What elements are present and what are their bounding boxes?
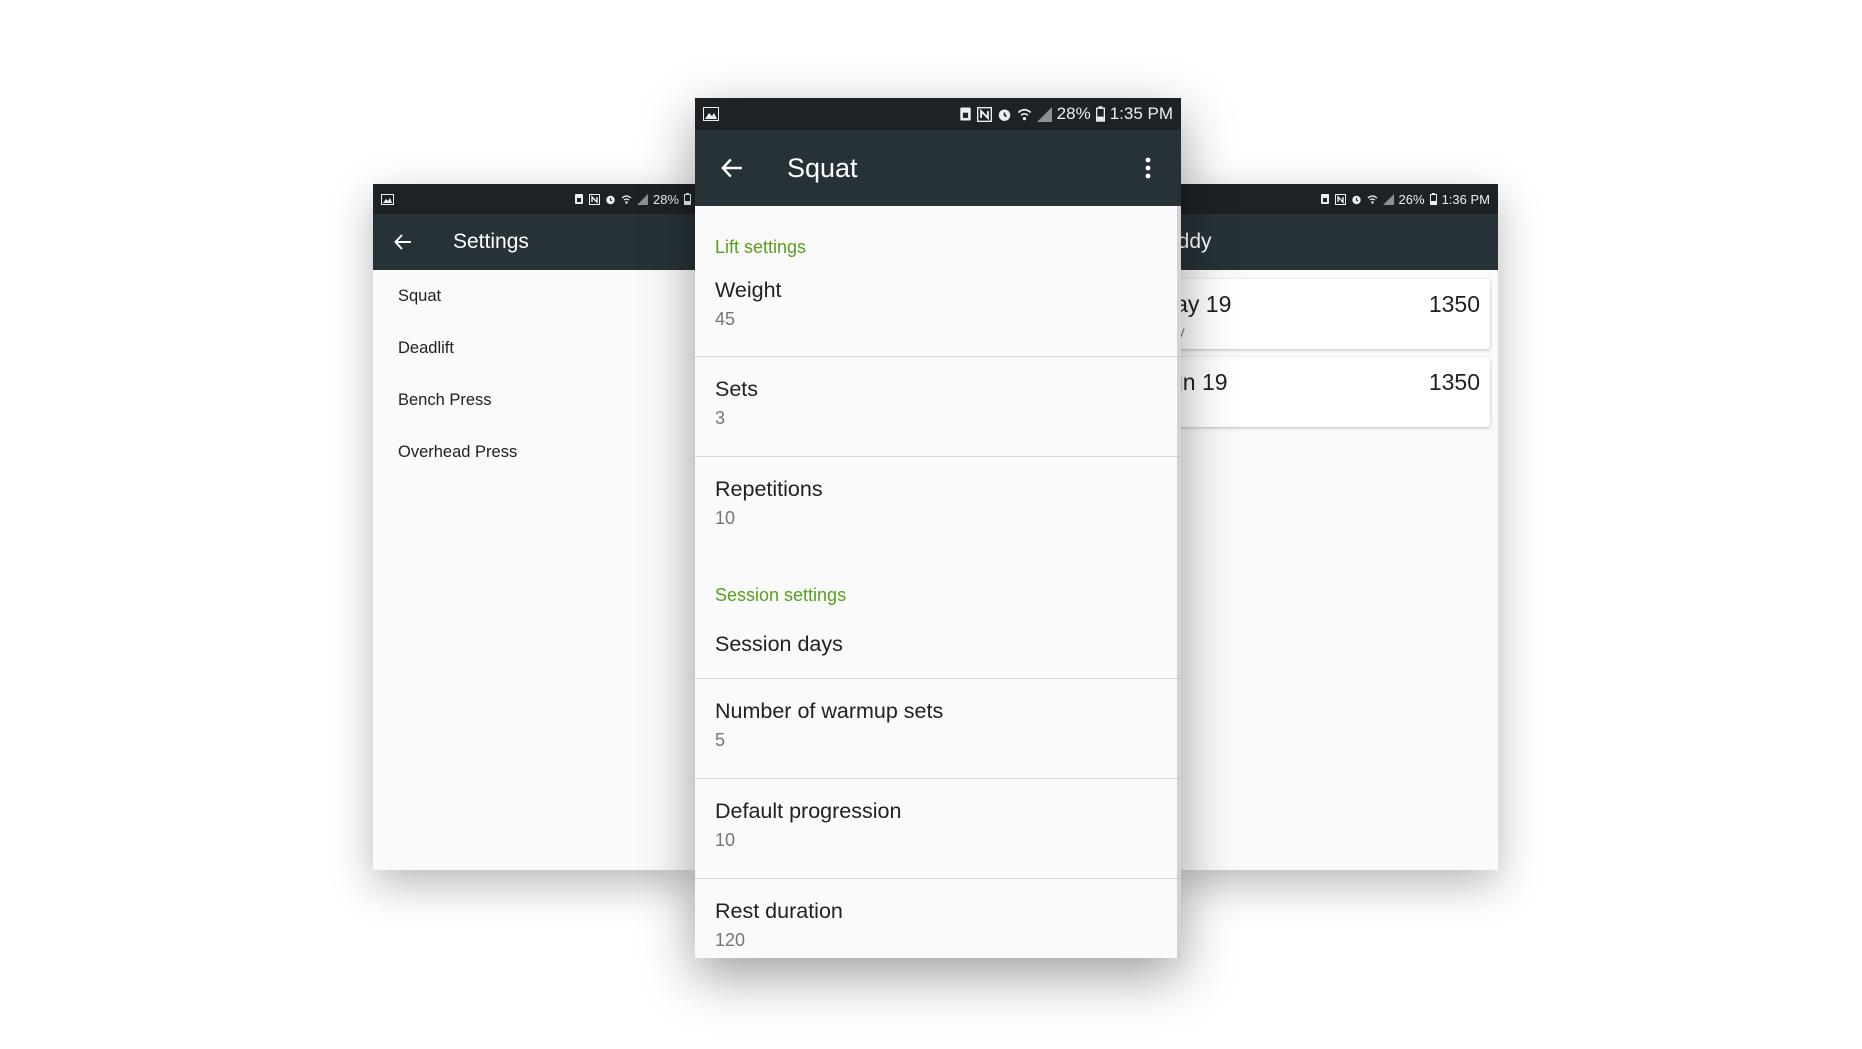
arrow-back-icon [720,157,744,179]
back-button[interactable] [381,233,425,251]
nfc-lock-icon [959,106,972,122]
battery-icon [1429,193,1437,205]
battery-percent: 28% [652,191,679,207]
arrow-back-icon [394,233,412,251]
clock: 1:36 PM [1441,191,1490,207]
preferences-list: Lift settings Weight 45 Sets 3 Repetitio… [695,206,1181,958]
signal-icon [1382,193,1394,205]
image-icon [381,193,394,205]
battery-percent: 26% [1398,191,1425,207]
nfc-icon [976,106,992,122]
list-item-bench-press[interactable]: Bench Press [373,374,699,426]
battery-icon [684,193,691,205]
pref-weight[interactable]: Weight 45 [695,268,1181,356]
alarm-icon [997,107,1012,122]
nfc-icon [588,193,600,205]
battery-percent: 28% [1056,104,1091,123]
toolbar: uddy [1172,214,1498,270]
overflow-menu-button[interactable] [1133,148,1163,188]
battery-icon [1095,106,1105,122]
pref-sets[interactable]: Sets 3 [695,357,1181,456]
pref-title: Default progression [715,799,902,823]
signal-icon [636,193,648,205]
pref-title: Session days [715,632,843,656]
page-title: Settings [453,230,529,253]
pref-rest-duration[interactable]: Rest duration 120 [695,879,1181,958]
nfc-lock-icon [574,193,584,205]
image-icon [703,107,719,121]
pref-title: Rest duration [715,899,843,923]
pref-value: 3 [715,408,726,428]
squat-settings-screen: 28% 1:35 PM Squat Lift settings Weight 4… [695,98,1181,958]
category-lift-settings: Lift settings [695,206,1181,268]
list-item-overhead-press[interactable]: Overhead Press [373,426,699,478]
pref-title: Number of warmup sets [715,699,944,723]
wifi-icon [1367,194,1378,205]
toolbar: Settings [373,214,699,270]
pref-value: 5 [715,730,726,750]
wifi-icon [621,194,632,205]
settings-screen: 28% Settings Squat Deadlift Bench Press … [373,184,699,870]
pref-warmup-sets[interactable]: Number of warmup sets 5 [695,679,1181,778]
status-bar: 28% [373,184,699,214]
pref-default-progression[interactable]: Default progression 10 [695,779,1181,878]
pref-title: Sets [715,377,759,401]
pref-session-days[interactable]: Session days [695,616,1181,678]
session-card[interactable]: un 19 y 1350 [1172,357,1490,427]
pref-value: 45 [715,309,736,329]
pref-title: Weight [715,278,782,302]
session-total: 1350 [1428,369,1480,395]
page-title: Squat [787,152,858,183]
list-item-deadlift[interactable]: Deadlift [373,322,699,374]
history-screen: 26% 1:36 PM uddy lay 19 ay 1350 un 19 y … [1172,184,1498,870]
pref-value: 120 [715,930,746,950]
category-session-settings: Session settings [695,556,1181,616]
pref-repetitions[interactable]: Repetitions 10 [695,457,1181,556]
more-vert-icon [1145,157,1151,179]
nfc-lock-icon [1320,193,1330,205]
pref-value: 10 [715,830,736,850]
scrollbar[interactable] [1177,206,1181,958]
status-bar: 26% 1:36 PM [1172,184,1498,214]
alarm-icon [1351,194,1362,205]
session-total: 1350 [1428,291,1480,317]
category-header: Session settings [715,585,847,605]
back-button[interactable] [705,157,759,179]
list-item-squat[interactable]: Squat [373,270,699,322]
nfc-icon [1334,193,1346,205]
pref-value: 10 [715,508,736,528]
alarm-icon [605,194,616,205]
lift-list: Squat Deadlift Bench Press Overhead Pres… [373,270,699,478]
session-card[interactable]: lay 19 ay 1350 [1172,279,1490,349]
clock: 1:35 PM [1109,104,1173,123]
wifi-icon [1017,107,1032,122]
toolbar: Squat [695,130,1181,206]
signal-icon [1036,106,1052,122]
status-bar: 28% 1:35 PM [695,98,1181,130]
pref-title: Repetitions [715,477,823,501]
category-header: Lift settings [715,237,807,257]
